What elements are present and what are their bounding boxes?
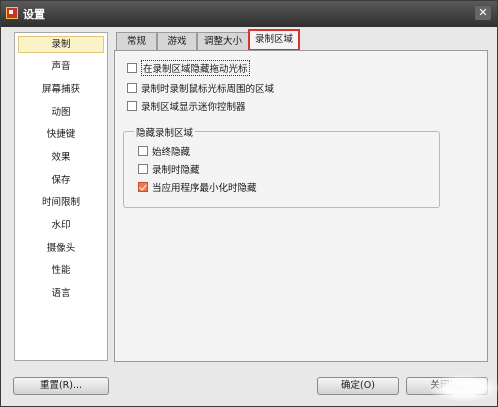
sidebar-item-hotkeys[interactable]: 快捷键 xyxy=(18,126,104,143)
sidebar-item-audio[interactable]: 声音 xyxy=(18,58,104,75)
sidebar-item-effects[interactable]: 效果 xyxy=(18,149,104,166)
always-hide-label: 始终隐藏 xyxy=(152,147,191,158)
window-title: 设置 xyxy=(23,8,45,21)
sidebar-item-save[interactable]: 保存 xyxy=(18,172,104,189)
hide-while-recording-checkbox[interactable] xyxy=(138,164,148,174)
hide-while-recording-label: 录制时隐藏 xyxy=(152,165,200,176)
tab-general[interactable]: 常规 xyxy=(116,32,157,50)
sidebar-item-performance[interactable]: 性能 xyxy=(18,262,104,279)
mini-controller-checkbox[interactable] xyxy=(127,101,137,111)
mini-controller-label: 录制区域显示迷你控制器 xyxy=(141,102,246,113)
app-icon xyxy=(6,7,18,19)
close-icon: ✕ xyxy=(478,6,488,19)
sidebar-item-watermark[interactable]: 水印 xyxy=(18,217,104,234)
record-around-cursor-label: 录制时录制鼠标光标周围的区域 xyxy=(141,84,275,95)
settings-window: 设置 ✕ 录制 声音 屏幕捕获 动图 快捷键 效果 保存 时间限制 水印 摄像头… xyxy=(0,0,498,407)
option-record-around-cursor[interactable]: 录制时录制鼠标光标周围的区域 xyxy=(127,81,274,95)
always-hide-checkbox[interactable] xyxy=(138,146,148,156)
reset-button[interactable]: 重置(R)... xyxy=(13,377,109,395)
option-hide-drag-cursor[interactable]: 在录制区域隐藏拖动光标 xyxy=(127,60,250,76)
option-always-hide[interactable]: 始终隐藏 xyxy=(138,144,190,158)
hide-drag-cursor-label: 在录制区域隐藏拖动光标 xyxy=(141,60,250,76)
close-window-button[interactable]: ✕ xyxy=(475,6,491,20)
option-hide-when-minimized[interactable]: 当应用程序最小化时隐藏 xyxy=(138,180,257,194)
record-around-cursor-checkbox[interactable] xyxy=(127,83,137,93)
ok-button[interactable]: 确定(O) xyxy=(317,377,399,395)
tab-game[interactable]: 游戏 xyxy=(157,32,197,50)
hide-record-area-group-title: 隐藏录制区域 xyxy=(134,125,196,139)
hide-drag-cursor-checkbox[interactable] xyxy=(127,63,137,73)
tab-resize[interactable]: 调整大小 xyxy=(197,32,249,50)
sidebar-item-language[interactable]: 语言 xyxy=(18,285,104,302)
tab-record-area[interactable]: 录制区域 xyxy=(248,29,300,51)
title-bar: 设置 ✕ xyxy=(1,1,497,27)
option-mini-controller[interactable]: 录制区域显示迷你控制器 xyxy=(127,99,246,113)
sidebar-item-screen-capture[interactable]: 屏幕捕获 xyxy=(18,81,104,98)
hide-when-minimized-checkbox[interactable] xyxy=(138,182,148,192)
option-hide-while-recording[interactable]: 录制时隐藏 xyxy=(138,162,200,176)
sidebar-item-webcam[interactable]: 摄像头 xyxy=(18,240,104,257)
watermark-overlay xyxy=(429,375,498,401)
sidebar-item-time-limit[interactable]: 时间限制 xyxy=(18,194,104,211)
settings-sidebar: 录制 声音 屏幕捕获 动图 快捷键 效果 保存 时间限制 水印 摄像头 性能 语… xyxy=(14,32,108,361)
hide-when-minimized-label: 当应用程序最小化时隐藏 xyxy=(152,183,257,194)
sidebar-item-record[interactable]: 录制 xyxy=(18,36,104,53)
sidebar-item-gif[interactable]: 动图 xyxy=(18,104,104,121)
